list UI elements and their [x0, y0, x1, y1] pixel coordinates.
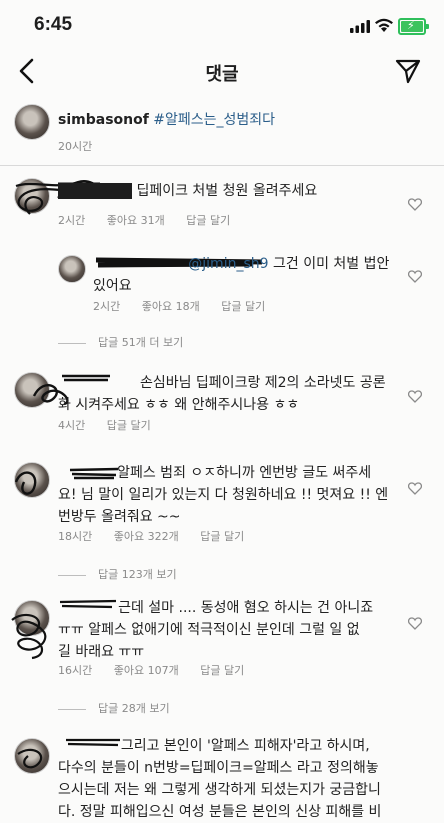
reply-time: 2시간: [93, 300, 121, 313]
caption-avatar[interactable]: [14, 104, 50, 140]
comment-text: dohdoy 그리고 본인이 '알페스 피해자'라고 하시며, 다수의 분들이 …: [58, 738, 382, 820]
wifi-icon: [375, 18, 393, 32]
caption-divider: [0, 165, 444, 166]
comment-time: 18시간: [58, 530, 93, 543]
comment-text: jimin_sh9 딥페이크 처벌 청원 올려주세요: [58, 183, 318, 199]
reply-meta: 2시간 좋아요 18개 답글 달기: [93, 298, 283, 314]
heart-icon[interactable]: [408, 482, 422, 495]
comment-time: 2시간: [58, 214, 86, 227]
reply-text: simbasonof @jimin_sh9 그건 이미 처벌 법안 있어요: [93, 256, 390, 294]
cellular-signal-icon: [350, 20, 370, 33]
view-replies[interactable]: 답글 123개 보기: [58, 566, 177, 582]
reply-likes[interactable]: 좋아요 18개: [142, 300, 200, 313]
reply-button[interactable]: 답글 달기: [186, 214, 230, 227]
comment-meta: 18시간 좋아요 322개 답글 달기: [58, 528, 262, 544]
heart-icon[interactable]: [408, 617, 422, 630]
comment-meta: 16시간 좋아요 107개 답글 달기: [58, 662, 262, 678]
comment-meta: 2시간 좋아요 31개 답글 달기: [58, 212, 248, 228]
caption-username[interactable]: simbasonof: [58, 112, 149, 128]
status-bar: 6:45 ⚡: [0, 0, 444, 52]
comment-meta: 4시간 답글 달기: [58, 417, 169, 433]
comment-likes[interactable]: 좋아요 31개: [107, 214, 165, 227]
reply-button[interactable]: 답글 달기: [221, 300, 265, 313]
comment-likes[interactable]: 좋아요 322개: [114, 530, 179, 543]
status-time: 6:45: [34, 14, 73, 35]
comment-text: olly_sme3 손심바님 딥페이크랑 제2의 소라넷도 공론 화 시켜주세요…: [58, 375, 386, 413]
page-title: 댓글: [205, 64, 239, 85]
reply-button[interactable]: 답글 달기: [200, 664, 244, 677]
heart-icon[interactable]: [408, 198, 422, 211]
reply-mention[interactable]: @jimin_sh9: [188, 256, 268, 272]
comment-username[interactable]: nn_kim: [58, 600, 114, 616]
reply-username[interactable]: simbasonof: [93, 256, 184, 272]
view-more-replies[interactable]: 답글 51개 더 보기: [58, 334, 183, 350]
reply-button[interactable]: 답글 달기: [200, 530, 244, 543]
caption-text: simbasonof #알페스는_성범죄다: [58, 109, 275, 131]
comment-time: 4시간: [58, 419, 86, 432]
comment-text: kim_ae 알페스 범죄 ㅇㅈ하니까 엔번방 글도 써주세 요! 님 말이 일…: [58, 465, 389, 525]
battery-charging-icon: ⚡: [398, 18, 429, 35]
comment-text: nn_kim 근데 설마 .... 동성애 혐오 하시는 건 아니죠 ㅠㅠ 알페…: [58, 600, 374, 660]
comment-username[interactable]: dohdoy: [58, 738, 116, 754]
comment-time: 16시간: [58, 664, 93, 677]
send-direct-message-icon[interactable]: [394, 57, 422, 85]
caption-time: 20시간: [58, 140, 93, 153]
comment-username[interactable]: kim_ae: [58, 465, 113, 481]
comment-likes[interactable]: 좋아요 107개: [114, 664, 179, 677]
comment-username[interactable]: jimin_sh9: [58, 183, 132, 199]
reply-button[interactable]: 답글 달기: [107, 419, 151, 432]
top-navigation: 댓글: [0, 52, 444, 92]
heart-icon[interactable]: [408, 390, 422, 403]
reply-avatar[interactable]: [58, 255, 86, 283]
comment-username[interactable]: olly_sme3: [58, 375, 136, 391]
caption-hashtag[interactable]: #알페스는_성범죄다: [153, 112, 275, 128]
view-replies[interactable]: 답글 28개 보기: [58, 700, 170, 716]
heart-icon[interactable]: [408, 270, 422, 283]
